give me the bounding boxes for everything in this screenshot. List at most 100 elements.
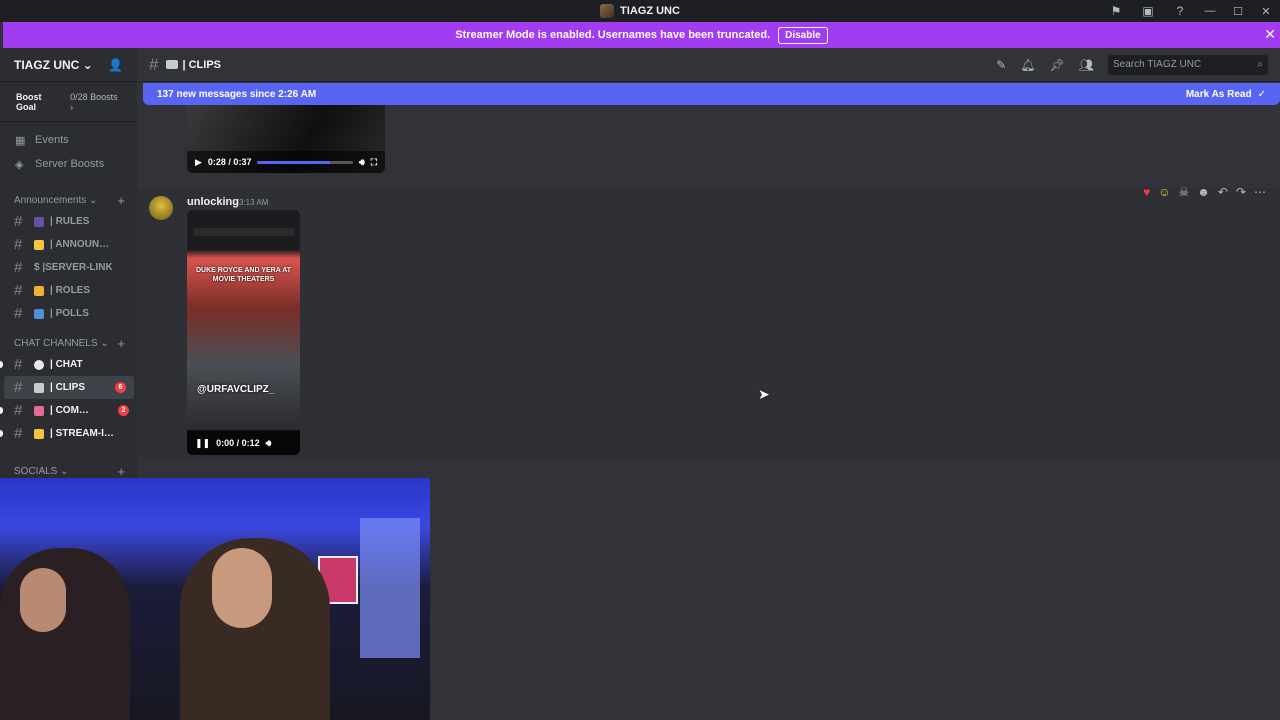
- avatar[interactable]: [149, 196, 173, 220]
- skull-icon[interactable]: ☠: [1178, 185, 1189, 199]
- title-bar: TIAGZ UNC ⚑ ▣ ? — ☐ ✕: [0, 0, 1280, 22]
- hash-icon: #: [14, 305, 23, 322]
- sidebar-item-server-boosts[interactable]: ◈ Server Boosts: [0, 152, 137, 176]
- fullscreen-icon[interactable]: ⛶: [371, 157, 377, 168]
- video-player[interactable]: ▶ 0:28 / 0:37 🔊︎ ⛶: [187, 105, 385, 173]
- channel-server-link[interactable]: # $ |SERVER-LINK: [0, 256, 137, 279]
- unread-indicator: [0, 407, 3, 414]
- progress-fill: [257, 160, 330, 164]
- chart-emoji-icon: [34, 308, 44, 319]
- message-author[interactable]: unlocking: [187, 196, 239, 208]
- sidebar-item-events[interactable]: ▦ Events: [0, 128, 137, 152]
- add-reaction-icon[interactable]: ☻: [1197, 185, 1210, 199]
- webcam-person-left: [0, 548, 130, 720]
- guild-name[interactable]: TIAGZ UNC ⌄: [14, 58, 93, 72]
- channel-label: | COM…: [50, 405, 89, 416]
- bell-icon[interactable]: 🔔︎: [1020, 58, 1035, 72]
- screen-share-icon[interactable]: ▣: [1132, 0, 1164, 22]
- search-input[interactable]: [1113, 59, 1243, 70]
- mouse-cursor-icon: ➤: [758, 386, 770, 402]
- close-icon[interactable]: ✕: [1264, 26, 1276, 43]
- maximize-icon[interactable]: ☐: [1224, 0, 1252, 22]
- volume-icon[interactable]: 🔊︎: [359, 157, 365, 168]
- channel-roles[interactable]: # | ROLES: [0, 279, 137, 302]
- boost-icon: ◈: [15, 158, 24, 171]
- channel-chat[interactable]: # | CHAT: [0, 353, 137, 376]
- hash-icon: #: [14, 282, 23, 299]
- hash-icon: #: [14, 259, 23, 276]
- channel-announcements[interactable]: # | ANNOUN…: [0, 233, 137, 256]
- add-channel-icon[interactable]: +: [117, 193, 125, 208]
- boost-count: 0/28 Boosts ›: [70, 91, 118, 112]
- channel-label: | RULES: [50, 216, 90, 227]
- flag-icon[interactable]: ⚑: [1100, 0, 1132, 22]
- folder-emoji-icon: [34, 285, 44, 296]
- video-progress[interactable]: [257, 160, 354, 164]
- channel-polls[interactable]: # | POLLS: [0, 302, 137, 325]
- mark-read-icon: ✓: [1257, 88, 1266, 100]
- forward-icon[interactable]: ↷: [1236, 185, 1246, 199]
- banner-text: Streamer Mode is enabled. Usernames have…: [455, 29, 771, 41]
- channel-label: | STREAM-I…: [50, 428, 114, 439]
- category-label: CHAT CHANNELS ⌄: [14, 337, 109, 349]
- boost-goal[interactable]: Boost Goal 0/28 Boosts ›: [0, 82, 137, 122]
- heart-icon[interactable]: ♥: [1143, 185, 1150, 199]
- hash-icon: #: [149, 54, 159, 74]
- category-announcements[interactable]: Announcements ⌄ +: [0, 190, 137, 210]
- minimize-icon[interactable]: —: [1196, 0, 1224, 22]
- threads-icon[interactable]: ✎: [996, 58, 1006, 72]
- reply-icon[interactable]: ↶: [1218, 185, 1228, 199]
- mark-as-read-button[interactable]: Mark As Read ✓: [1186, 89, 1266, 100]
- channel-community[interactable]: # | COM… 2: [0, 399, 137, 422]
- add-channel-icon[interactable]: +: [117, 336, 125, 351]
- disable-streamer-mode-button[interactable]: Disable: [778, 26, 828, 44]
- video-frame: [187, 210, 300, 430]
- webcam-face-left: [20, 568, 66, 632]
- members-icon[interactable]: 👥︎: [1079, 58, 1094, 72]
- laugh-icon[interactable]: ☺: [1158, 185, 1170, 199]
- mention-badge: 2: [118, 405, 129, 416]
- guild-header[interactable]: TIAGZ UNC ⌄ 👤: [0, 48, 137, 82]
- search-box[interactable]: ⌕: [1108, 54, 1268, 75]
- channel-label: | POLLS: [50, 308, 89, 319]
- message-timestamp: 3:13 AM: [239, 198, 269, 207]
- hash-icon: #: [14, 236, 23, 253]
- pause-icon[interactable]: ❚❚: [195, 438, 210, 449]
- message-actions: ♥ ☺ ☠ ☻ ↶ ↷ ⋯: [1143, 185, 1266, 199]
- video-controls: ▶ 0:28 / 0:37 🔊︎ ⛶: [187, 151, 385, 173]
- add-channel-icon[interactable]: +: [117, 464, 125, 479]
- close-window-icon[interactable]: ✕: [1252, 0, 1280, 22]
- stream-emoji-icon: [34, 428, 44, 439]
- more-icon[interactable]: ⋯: [1254, 185, 1266, 199]
- help-icon[interactable]: ?: [1164, 0, 1196, 22]
- sidebar-item-label: Server Boosts: [35, 158, 105, 170]
- channel-stream-info[interactable]: # | STREAM-I…: [0, 422, 137, 445]
- hash-icon: #: [14, 379, 23, 396]
- hash-icon: #: [14, 356, 23, 373]
- hash-icon: #: [14, 425, 23, 442]
- category-label: Announcements ⌄: [14, 194, 98, 206]
- category-chat-channels[interactable]: CHAT CHANNELS ⌄ +: [0, 333, 137, 353]
- film-emoji-icon: [166, 60, 179, 69]
- channel-rules[interactable]: # | RULES: [0, 210, 137, 233]
- boost-goal-label: Boost Goal: [16, 91, 42, 112]
- search-icon[interactable]: ⌕: [1257, 59, 1263, 70]
- community-emoji-icon: [34, 405, 44, 416]
- bell-emoji-icon: [34, 239, 44, 250]
- pin-icon[interactable]: 📌︎: [1050, 58, 1065, 72]
- notebook-icon: [34, 216, 44, 227]
- new-messages-bar[interactable]: 137 new messages since 2:26 AM Mark As R…: [143, 83, 1280, 105]
- play-icon[interactable]: ▶: [195, 157, 202, 168]
- video-player[interactable]: DUKE ROYCE AND YERA AT MOVIE THEATERS @U…: [187, 210, 300, 455]
- unread-indicator: [0, 430, 3, 437]
- volume-icon[interactable]: 🔊︎: [266, 438, 272, 449]
- film-emoji-icon: [34, 382, 44, 393]
- webcam-overlay: [0, 478, 430, 720]
- hash-icon: #: [14, 213, 23, 230]
- video-handle: @URFAVCLIPZ_: [197, 384, 275, 395]
- invite-icon[interactable]: 👤: [108, 58, 123, 72]
- channel-header: # | CLIPS ✎ 🔔︎ 📌︎ 👥︎ ⌕: [137, 48, 1280, 82]
- hash-icon: #: [14, 402, 23, 419]
- message-item[interactable]: unlocking 3:13 AM ♥ ☺ ☠ ☻ ↶ ↷ ⋯ DUKE ROY…: [137, 185, 1280, 458]
- channel-clips[interactable]: # | CLIPS 6: [4, 376, 134, 399]
